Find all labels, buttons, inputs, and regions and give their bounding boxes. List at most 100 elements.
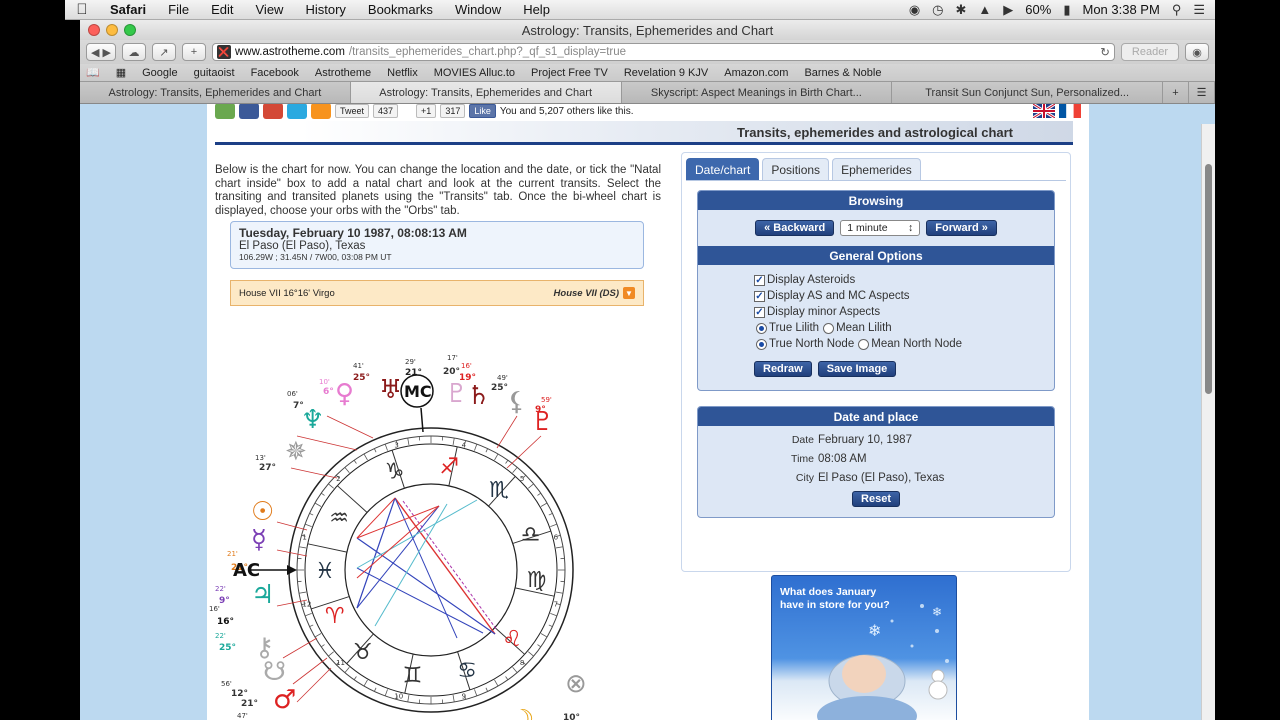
like-button[interactable]: Like (469, 104, 496, 118)
bookmark-netflix[interactable]: Netflix (387, 67, 418, 79)
bookmark-amazon[interactable]: Amazon.com (724, 67, 788, 79)
mean-node-radio[interactable] (858, 338, 870, 350)
reader-button[interactable]: Reader (1120, 43, 1179, 61)
reading-list-icon[interactable]: 📖 (86, 66, 100, 79)
spotlight-icon[interactable]: ⚲ (1172, 2, 1182, 18)
add-bookmark-icon[interactable]: + (181, 43, 206, 61)
bluetooth-icon[interactable]: ✱ (956, 2, 967, 18)
minor-aspects-checkbox[interactable]: ✓ (754, 306, 765, 318)
house-number: 8 (520, 659, 524, 667)
bookmark-barnes-noble[interactable]: Barnes & Noble (804, 67, 881, 79)
saturn-icon[interactable]: ♄ (467, 381, 490, 411)
icloud-tabs-icon[interactable]: ☁ (121, 43, 146, 61)
bookmark-astrotheme[interactable]: Astrotheme (315, 67, 371, 79)
back-forward-button[interactable]: ◀ ▶ (86, 43, 116, 61)
asteroids-checkbox[interactable]: ✓ (754, 274, 765, 286)
tab-date-chart[interactable]: Date/chart (686, 158, 760, 180)
battery-icon[interactable]: ▮ (1063, 2, 1070, 18)
house-select[interactable]: House VII (DS) ▼ (554, 287, 635, 299)
asteroid-icon[interactable]: ✵ (285, 437, 307, 467)
neptune-icon[interactable]: ♆ (301, 405, 324, 435)
france-flag-icon[interactable] (1059, 104, 1081, 118)
house-number: 11 (336, 659, 345, 667)
save-image-button[interactable]: Save Image (817, 361, 897, 377)
twitter-icon[interactable] (287, 104, 307, 119)
page-scrollbar[interactable] (1201, 124, 1215, 720)
lilith-icon[interactable]: ⚸ (507, 387, 526, 417)
mercury-icon[interactable]: ☿ (251, 525, 267, 555)
time-machine-icon[interactable]: ◷ (932, 2, 943, 18)
gplus-button[interactable]: +1 (416, 104, 437, 118)
venus-icon[interactable]: ♀ (335, 379, 354, 409)
share-icon[interactable]: ↗ (151, 43, 176, 61)
moon-icon[interactable]: ☽ (511, 705, 534, 720)
sun-icon[interactable]: ☉ (251, 497, 274, 527)
menu-edit[interactable]: Edit (200, 2, 244, 17)
menu-file[interactable]: File (157, 2, 200, 17)
apple-icon[interactable]:  (65, 1, 99, 18)
bookmark-revelation[interactable]: Revelation 9 KJV (624, 67, 708, 79)
date-value[interactable]: February 10, 1987 (818, 431, 912, 450)
city-value[interactable]: El Paso (El Paso), Texas (818, 469, 944, 488)
google-plus-icon[interactable] (263, 104, 283, 119)
true-lilith-radio[interactable] (756, 322, 767, 334)
address-bar[interactable]: ❌ www.astrotheme.com/transits_ephemeride… (211, 43, 1115, 61)
menu-bookmarks[interactable]: Bookmarks (357, 2, 444, 17)
tab-transit-sun[interactable]: Transit Sun Conjunct Sun, Personalized..… (892, 82, 1163, 103)
as-mc-checkbox[interactable]: ✓ (754, 290, 765, 302)
wifi-icon[interactable]: ▲ (978, 2, 991, 17)
house-number: 1 (302, 533, 306, 541)
home-icon[interactable] (215, 104, 235, 119)
tab-ephemerides[interactable]: Ephemerides (832, 158, 921, 180)
bookmark-guitaoist[interactable]: guitaoist (194, 67, 235, 79)
bookmark-facebook[interactable]: Facebook (251, 67, 299, 79)
menu-history[interactable]: History (294, 2, 356, 17)
clock[interactable]: Mon 3:38 PM (1082, 2, 1159, 17)
facebook-icon[interactable] (239, 104, 259, 119)
menu-app-name[interactable]: Safari (99, 2, 157, 17)
record-icon[interactable]: ◉ (909, 2, 920, 18)
reset-button[interactable]: Reset (852, 491, 900, 507)
scrollbar-thumb[interactable] (1205, 164, 1212, 394)
bookmark-project-free-tv[interactable]: Project Free TV (531, 67, 608, 79)
tab-overview-icon[interactable]: ☰ (1189, 82, 1215, 103)
tab-astrology-2[interactable]: Astrology: Transits, Ephemerides and Cha… (350, 82, 622, 103)
bookmark-movies[interactable]: MOVIES Alluc.to (434, 67, 515, 79)
menu-help[interactable]: Help (512, 2, 561, 17)
mean-lilith-radio[interactable] (823, 322, 835, 334)
mars-icon[interactable]: ♂ (273, 685, 296, 715)
reload-icon[interactable]: ↻ (1100, 45, 1110, 59)
tab-skyscript[interactable]: Skyscript: Aspect Meanings in Birth Char… (621, 82, 893, 103)
jupiter-icon[interactable]: ♃ (251, 580, 274, 610)
part-of-fortune-icon[interactable]: ⊗ (565, 669, 587, 699)
bookmark-google[interactable]: Google (142, 67, 177, 79)
astrological-chart[interactable]: ♑ ♐♏♎♍♌♋♊♉♈♓♒ 123 456789101112 ♅♀ ♇♄♆⚸♇✵☉☿♃… (207, 308, 661, 720)
date-place-box: Date and place Date February 10, 1987 Tim… (697, 406, 1055, 518)
menu-view[interactable]: View (245, 2, 295, 17)
tab-astrology-1[interactable]: Astrology: Transits, Ephemerides and Cha… (80, 82, 351, 103)
planet-pointer (292, 657, 328, 685)
advertisement[interactable]: What does January have in store for you?… (771, 575, 957, 720)
menu-window[interactable]: Window (444, 2, 512, 17)
tab-positions[interactable]: Positions (762, 158, 830, 180)
volume-icon[interactable]: ▶ (1003, 2, 1013, 18)
step-select[interactable]: 1 minute ↕ (840, 220, 921, 236)
uk-flag-icon[interactable] (1033, 104, 1055, 118)
forward-button[interactable]: Forward » (926, 220, 997, 236)
chevron-down-icon[interactable]: ▼ (623, 287, 635, 299)
node-icon[interactable]: ☋ (263, 657, 286, 687)
battery-percent[interactable]: 60% (1025, 2, 1051, 17)
time-value[interactable]: 08:08 AM (818, 450, 867, 469)
pluto-icon[interactable]: ♇ (445, 379, 468, 409)
redraw-button[interactable]: Redraw (754, 361, 812, 377)
rss-icon[interactable] (311, 104, 331, 119)
uranus-icon[interactable]: ♅ (379, 375, 402, 405)
backward-button[interactable]: « Backward (755, 220, 835, 236)
true-node-radio[interactable] (756, 338, 767, 350)
downloads-icon[interactable]: ◉ (1185, 43, 1209, 61)
new-tab-button[interactable]: + (1163, 82, 1189, 103)
degree-label: 12° (231, 689, 248, 699)
tweet-button[interactable]: Tweet (335, 104, 370, 118)
top-sites-icon[interactable]: ▦ (116, 66, 126, 79)
notification-center-icon[interactable]: ☰ (1193, 2, 1205, 18)
